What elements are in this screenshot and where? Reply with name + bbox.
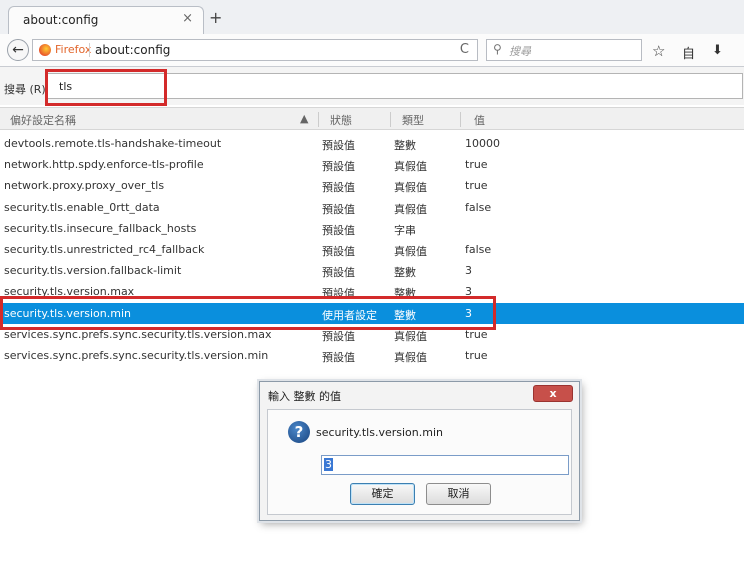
pref-value: true [465, 158, 488, 172]
value-input[interactable]: 3 [321, 455, 569, 475]
new-tab-button[interactable]: + [209, 8, 222, 27]
pref-type: 真假值 [394, 202, 427, 216]
table-row[interactable]: security.tls.unrestricted_rc4_fallback 預設… [0, 239, 744, 260]
pref-status: 預設值 [322, 181, 355, 195]
reading-list-icon[interactable]: 自 [682, 43, 695, 62]
pref-status: 預設值 [322, 244, 355, 258]
table-row[interactable]: security.tls.version.fallback-limit 預設值 整數… [0, 260, 744, 281]
tab-about-config[interactable]: about:config × [8, 6, 204, 34]
pref-type: 真假值 [394, 350, 427, 364]
table-row[interactable]: devtools.remote.tls-handshake-timeout 預設值… [0, 133, 744, 154]
pref-value: true [465, 179, 488, 193]
firefox-icon [39, 44, 51, 56]
tab-strip: about:config × + [0, 0, 744, 34]
cancel-button[interactable]: 取消 [426, 483, 491, 505]
pref-value: 10000 [465, 137, 500, 150]
pref-name: security.tls.insecure_fallback_hosts [4, 221, 197, 235]
pref-value: true [465, 348, 488, 362]
pref-status: 預設值 [322, 223, 355, 237]
table-row[interactable]: security.tls.enable_0rtt_data 預設值 真假值 false [0, 197, 744, 218]
filter-label: 搜尋 (R): [4, 83, 50, 96]
reload-button[interactable]: C [460, 42, 469, 57]
pref-status: 預設值 [322, 160, 355, 174]
back-button[interactable]: ← [7, 39, 29, 61]
pref-name: network.http.spdy.enforce-tls-profile [4, 158, 204, 172]
column-divider[interactable] [390, 112, 391, 127]
column-header-value[interactable]: 值 [474, 112, 485, 128]
table-row[interactable]: security.tls.insecure_fallback_hosts 預設值 字… [0, 218, 744, 239]
dialog-close-button[interactable]: x [533, 385, 573, 402]
tab-title: about:config [23, 13, 99, 27]
pref-name: security.tls.enable_0rtt_data [4, 200, 160, 214]
pref-type: 真假值 [394, 244, 427, 258]
bookmark-star-icon[interactable]: ☆ [652, 42, 665, 60]
search-bar[interactable]: ⚲ 搜尋 [486, 39, 642, 61]
navigation-toolbar: ← Firefox about:config C ⚲ 搜尋 ☆ 自 ⬇ [0, 34, 744, 67]
preferences-list: devtools.remote.tls-handshake-timeout 預設值… [0, 133, 744, 366]
pref-name: devtools.remote.tls-handshake-timeout [4, 137, 222, 150]
pref-status: 預設值 [322, 329, 355, 343]
pref-type: 整數 [394, 139, 416, 152]
pref-status: 預設值 [322, 139, 355, 152]
pref-type: 整數 [394, 266, 416, 280]
pref-type: 字串 [394, 223, 416, 237]
pref-name: services.sync.prefs.sync.security.tls.ve… [4, 348, 269, 362]
search-icon: ⚲ [493, 42, 502, 56]
dialog-message: security.tls.version.min [316, 426, 443, 439]
pref-name: security.tls.version.fallback-limit [4, 264, 182, 278]
question-icon: ? [288, 421, 310, 443]
dialog-body: ? security.tls.version.min 3 確定 取消 [267, 409, 572, 515]
pref-type: 真假值 [394, 329, 427, 343]
integer-value-dialog: 輸入 整數 的值 x ? security.tls.version.min 3 … [259, 381, 580, 521]
pref-type: 真假值 [394, 160, 427, 174]
column-header-name[interactable]: 偏好設定名稱 [10, 112, 76, 128]
pref-value: false [465, 242, 492, 256]
ok-button[interactable]: 確定 [350, 483, 415, 505]
column-header-type[interactable]: 類型 [402, 112, 424, 128]
pref-status: 預設值 [322, 202, 355, 216]
identity-label: Firefox [55, 43, 92, 56]
close-icon[interactable]: × [182, 11, 193, 26]
download-icon[interactable]: ⬇ [712, 43, 723, 58]
pref-name: security.tls.unrestricted_rc4_fallback [4, 242, 205, 256]
value-input-text: 3 [324, 458, 333, 471]
column-divider[interactable] [318, 112, 319, 127]
pref-status: 預設值 [322, 266, 355, 280]
table-row[interactable]: services.sync.prefs.sync.security.tls.ve… [0, 345, 744, 366]
table-row[interactable]: network.proxy.proxy_over_tls 預設值 真假值 true [0, 175, 744, 196]
url-separator [89, 43, 90, 57]
highlight-box-selected-row [0, 296, 496, 330]
search-placeholder: 搜尋 [509, 45, 531, 58]
pref-type: 真假值 [394, 181, 427, 195]
dialog-title: 輸入 整數 的值 [268, 390, 341, 403]
pref-name: network.proxy.proxy_over_tls [4, 179, 165, 193]
url-bar[interactable]: Firefox about:config C [32, 39, 478, 61]
sort-ascending-icon: ▲ [300, 112, 309, 125]
pref-value: 3 [465, 264, 472, 278]
highlight-box-search [45, 69, 167, 106]
url-text: about:config [95, 43, 171, 57]
pref-value: false [465, 200, 492, 214]
column-header-row: 偏好設定名稱 ▲ 狀態 類型 值 [0, 107, 744, 130]
column-header-status[interactable]: 狀態 [330, 112, 352, 128]
column-divider[interactable] [460, 112, 461, 127]
pref-status: 預設值 [322, 350, 355, 364]
table-row[interactable]: network.http.spdy.enforce-tls-profile 預設值… [0, 154, 744, 175]
